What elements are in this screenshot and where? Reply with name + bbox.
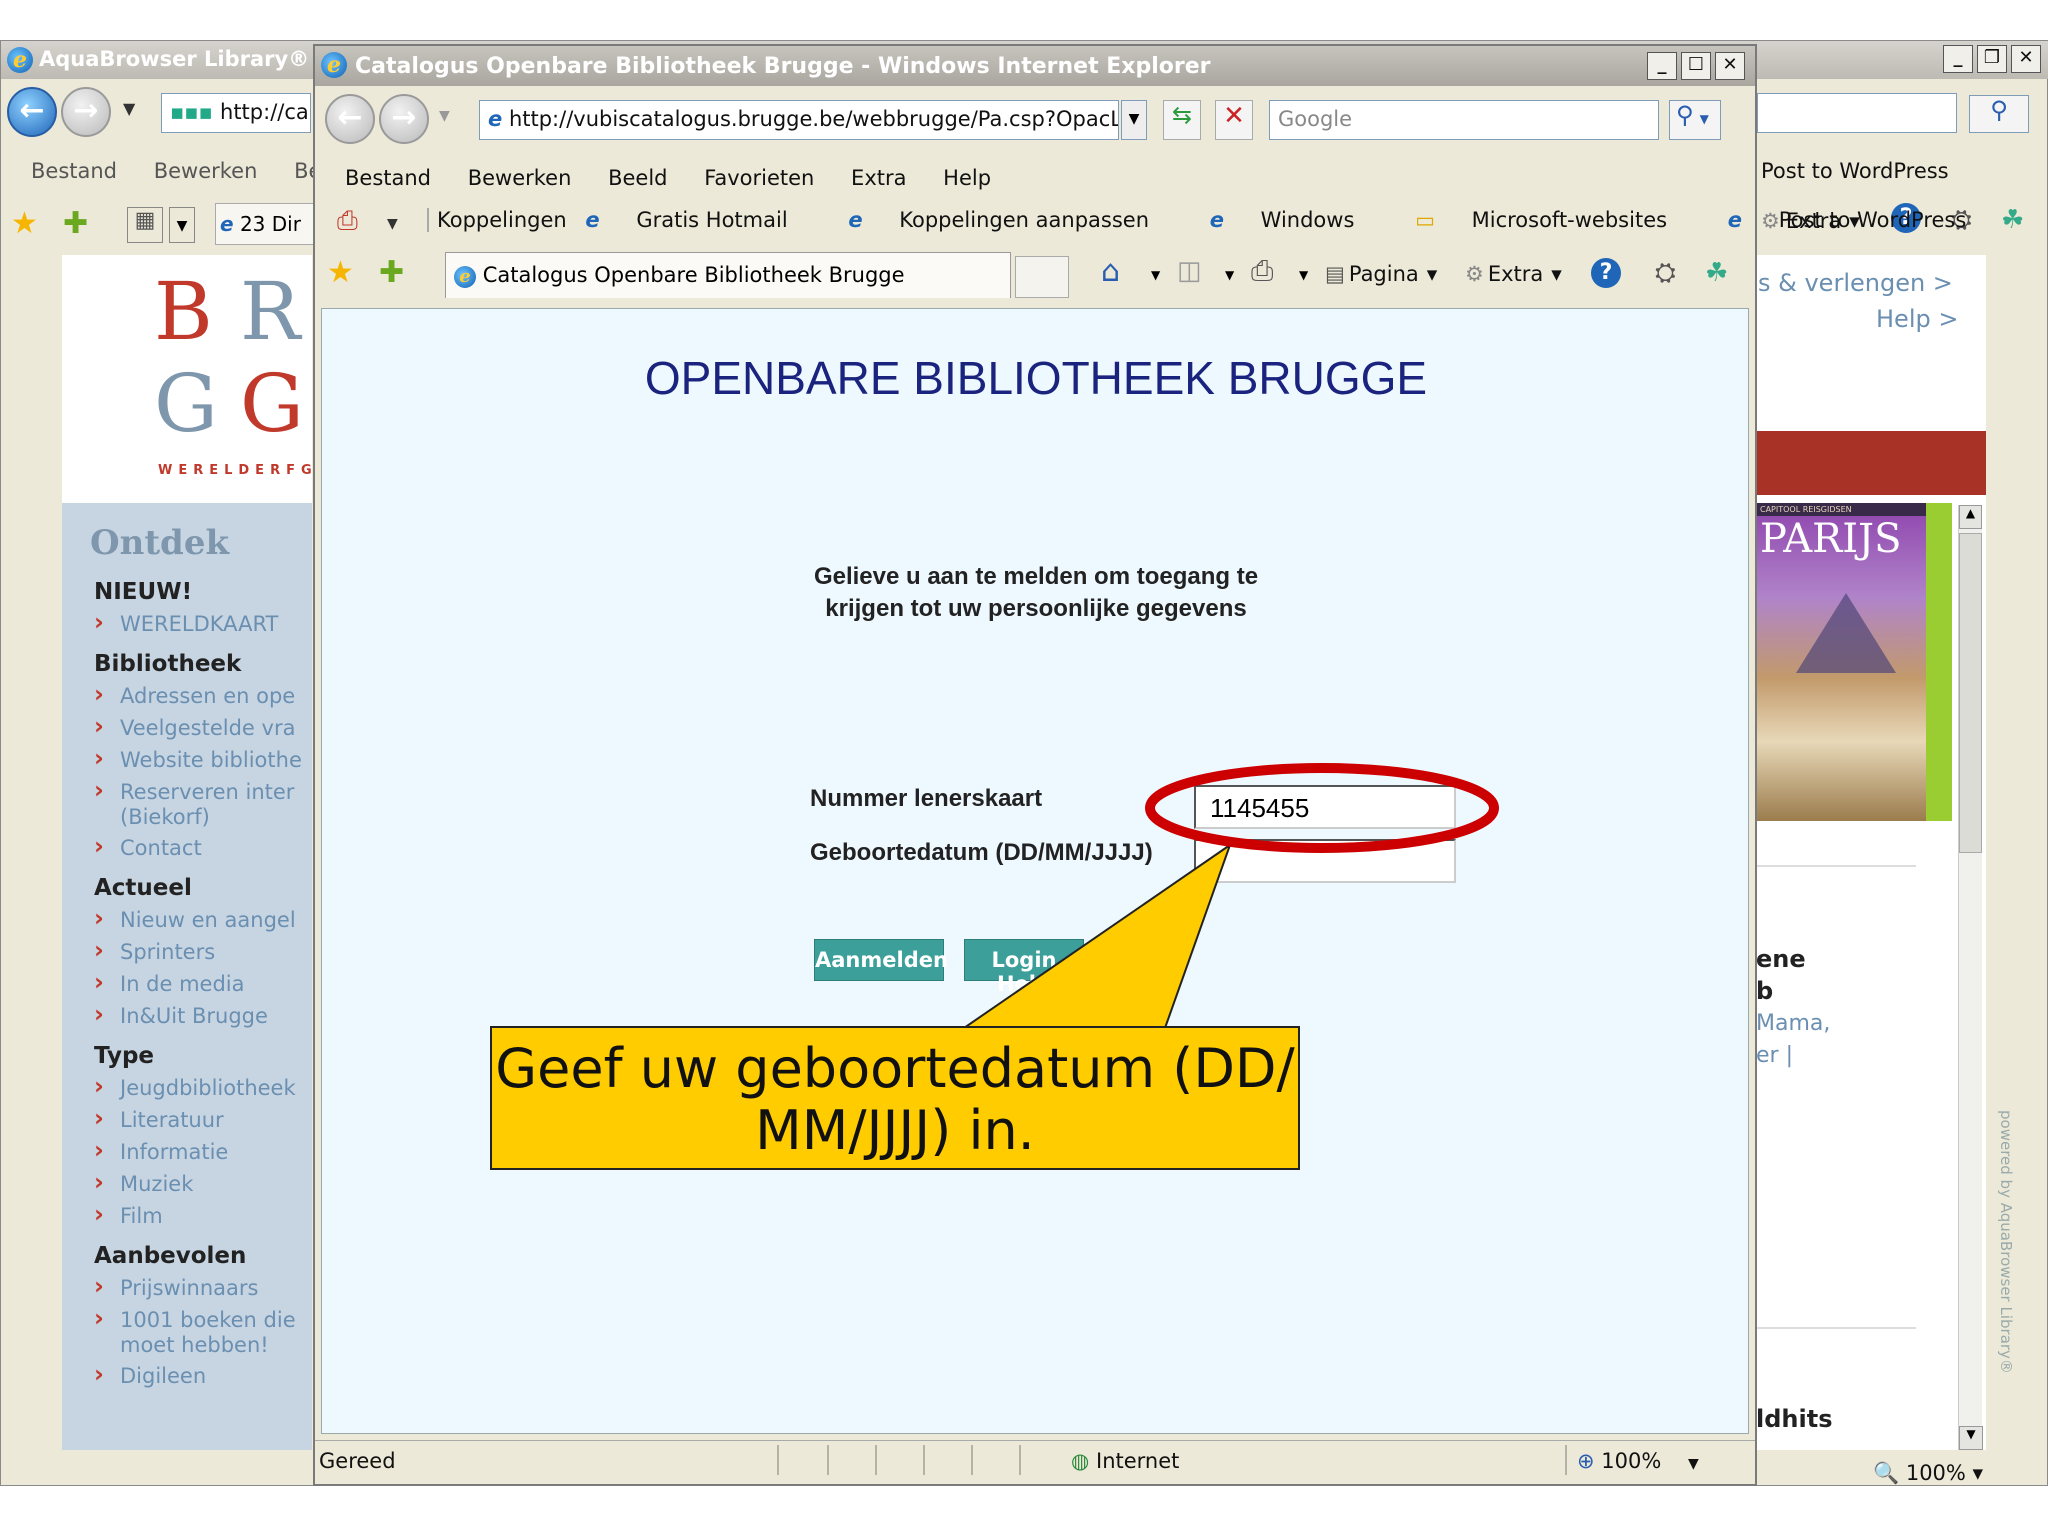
highlight-ellipse: [1145, 763, 1499, 853]
callout-pointer: [960, 842, 1232, 1029]
callout-box: Geef uw geboortedatum (DD/ MM/JJJJ) in.: [490, 1026, 1300, 1170]
callout-line: Geef uw geboortedatum (DD/: [495, 1037, 1295, 1100]
callout-line: MM/JJJJ) in.: [755, 1099, 1035, 1162]
callout-overlay: [960, 763, 1499, 1029]
